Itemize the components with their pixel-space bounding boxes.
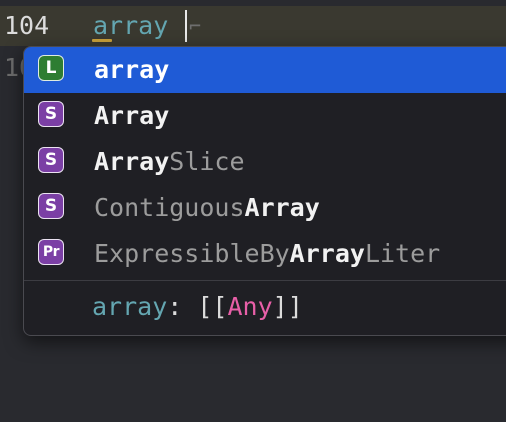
suggestion-match: Array [94,147,170,176]
return-mark-icon: ⌐ [189,14,202,38]
symbol-kind-badge-icon: S [38,147,64,173]
suggestion-prefix: ExpressibleBy [94,239,290,268]
signature-type: Any [227,292,273,321]
suggestion-label: array [94,47,169,93]
issue-underline [92,39,112,42]
suggestion-match: Array [289,239,365,268]
suggestion-item[interactable]: S Array [24,93,506,139]
signature-separator: : [167,292,198,321]
suggestion-label: ExpressibleByArrayLiter [94,231,440,277]
signature-name: array [92,292,168,321]
suggestion-match: array [94,55,170,84]
line-number: 104 [4,11,50,40]
suggestion-prefix: Contiguous [94,193,245,222]
symbol-kind-badge-icon: L [38,55,64,81]
suggestion-match: Array [244,193,320,222]
suggestion-item[interactable]: Larray [24,47,506,93]
suggestion-item[interactable]: Pr ExpressibleByArrayLiter [24,231,506,277]
text-caret [185,10,187,42]
symbol-kind-badge-icon: S [38,193,64,219]
suggestion-suffix: Liter [364,239,441,268]
suggestion-item[interactable]: S ContiguousArray [24,185,506,231]
suggestion-label: ArraySlice [94,139,245,185]
current-editor-line[interactable]: 104 array ⌐ [0,6,506,46]
symbol-kind-badge-icon: S [38,101,64,127]
suggestion-item[interactable]: S ArraySlice [24,139,506,185]
code-completion-popup: Larray S Array S ArraySlice S ContiguousArray P… [23,46,506,336]
completion-signature: array: [[Any]] [92,281,303,333]
suggestion-list: Larray S Array S ArraySlice S ContiguousArray P… [24,47,506,277]
suggestion-label: Array [94,93,169,139]
suggestion-suffix: Slice [169,147,245,176]
signature-open-brackets: [[ [197,292,228,321]
symbol-kind-badge-icon: Pr [38,239,64,265]
suggestion-label: ContiguousArray [94,185,320,231]
signature-close-brackets: ]] [272,292,303,321]
suggestion-match: Array [94,101,170,130]
